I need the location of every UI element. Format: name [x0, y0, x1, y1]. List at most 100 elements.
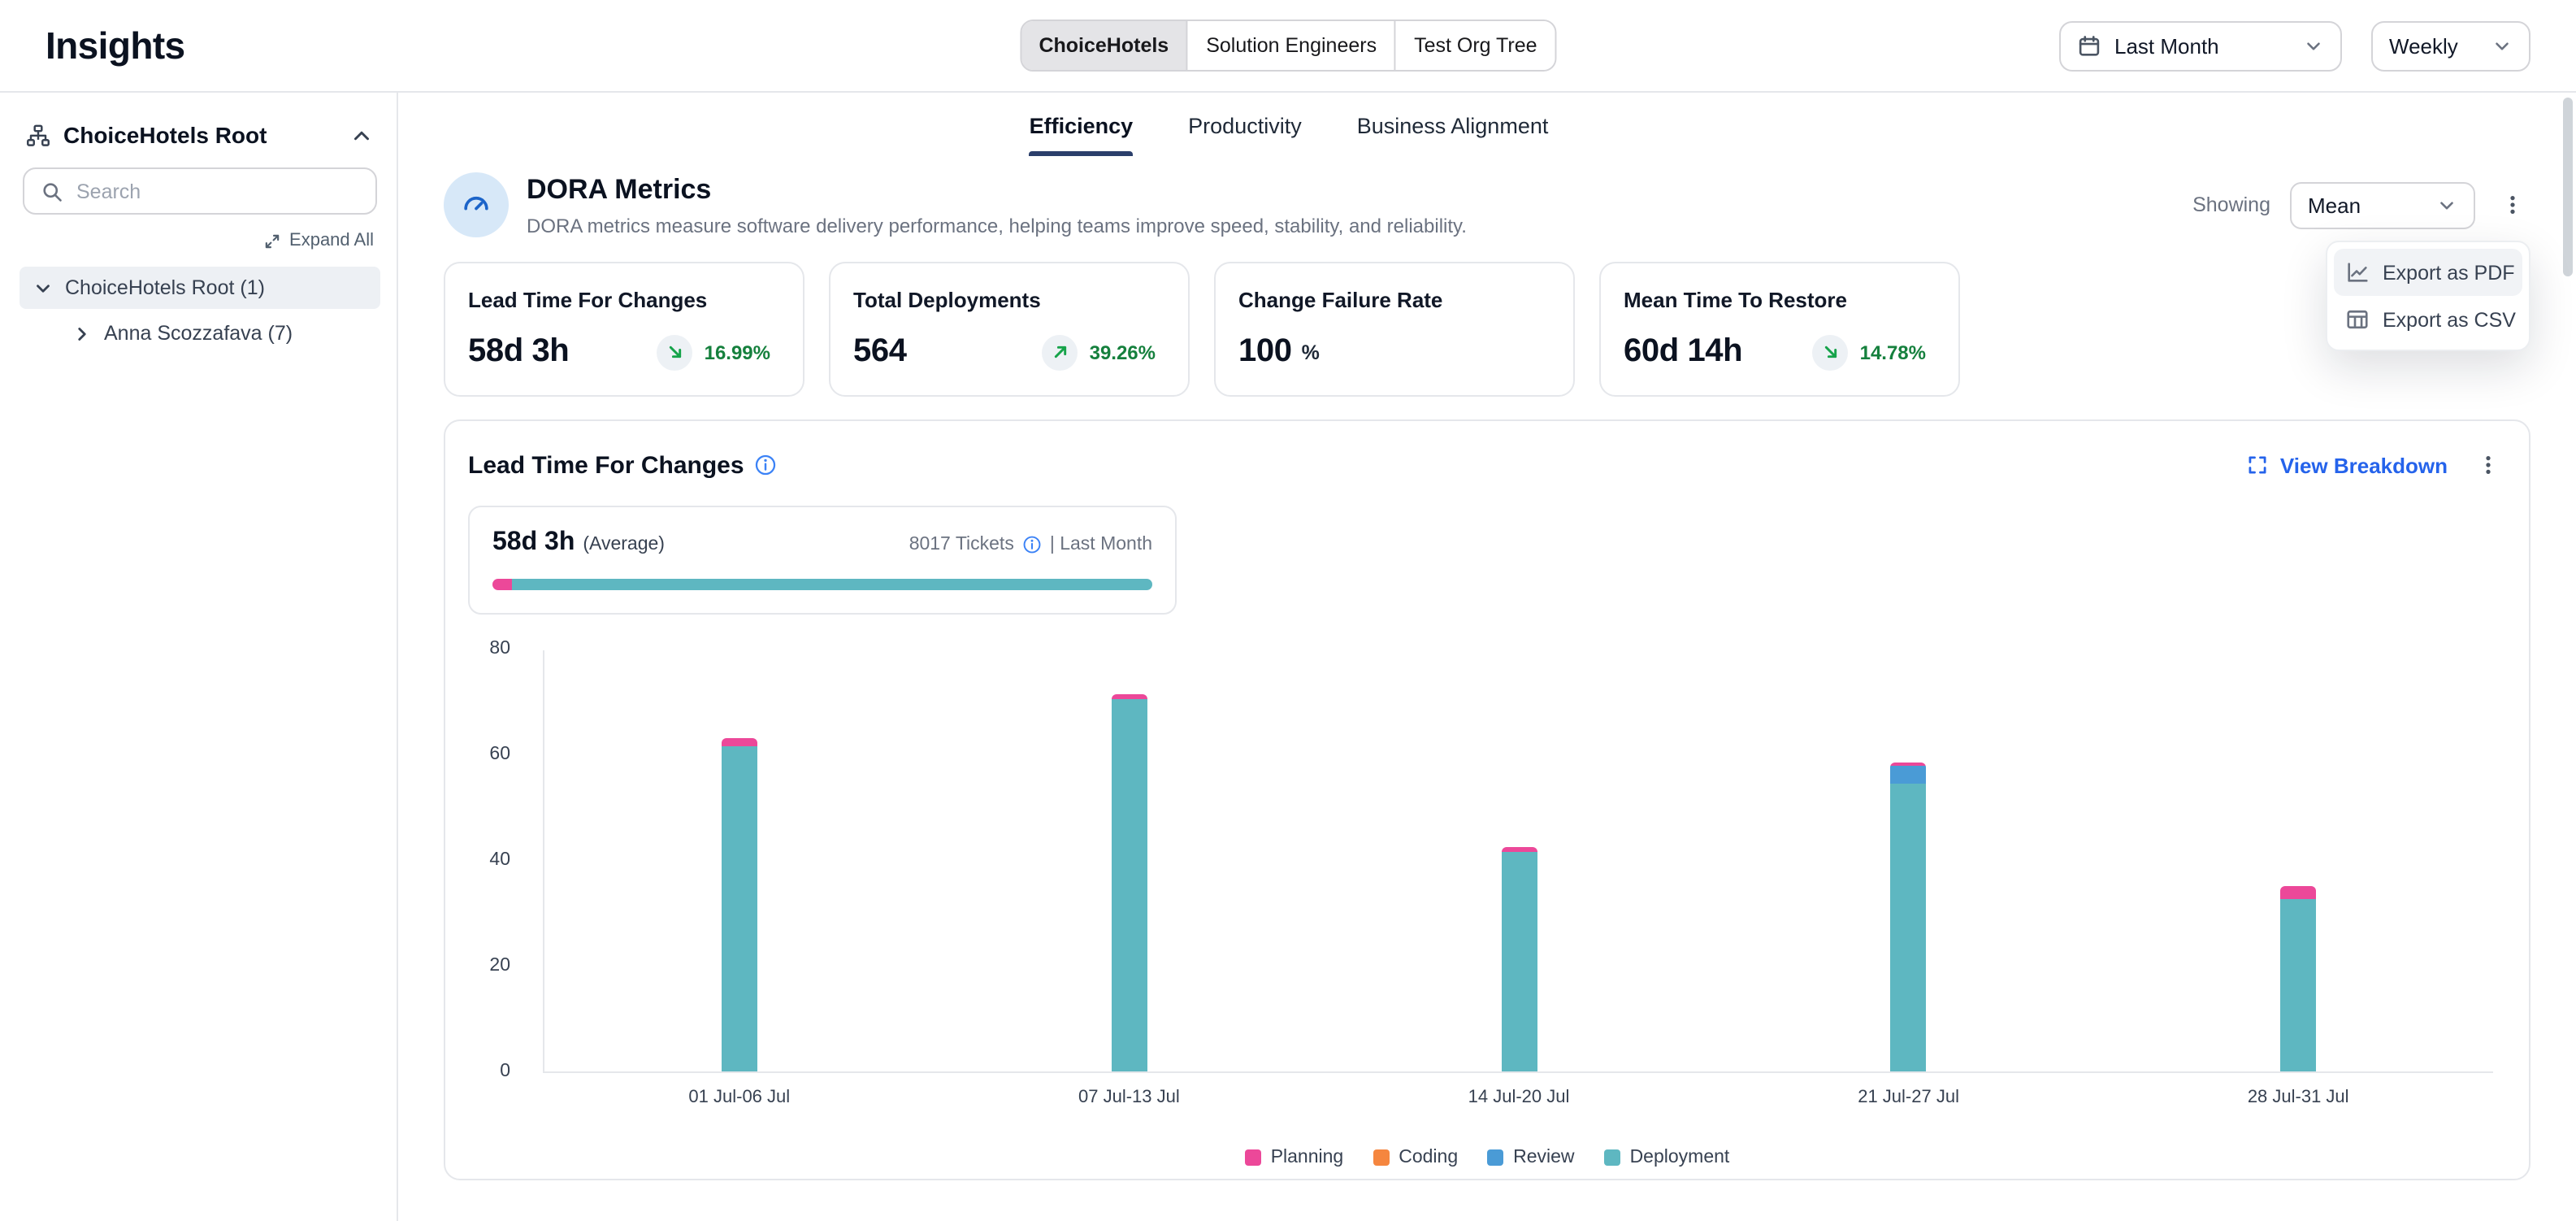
legend-swatch: [1604, 1149, 1620, 1166]
metric-title: Total Deployments: [853, 288, 1165, 312]
lead-time-kebab-menu-button[interactable]: [2470, 447, 2506, 483]
expand-all-label: Expand All: [289, 231, 374, 250]
lead-time-bar-chart: 020406080 01 Jul-06 Jul07 Jul-13 Jul14 J…: [468, 650, 2506, 1073]
chevron-down-icon: [2491, 35, 2513, 56]
x-axis-label: 01 Jul-06 Jul: [688, 1088, 790, 1107]
export-csv-menu-item[interactable]: Export as CSV: [2334, 296, 2522, 343]
metric-card-mean-time-to-restore[interactable]: Mean Time To Restore 60d 14h 14.78%: [1599, 262, 1960, 397]
tab-efficiency[interactable]: Efficiency: [1030, 114, 1134, 156]
view-breakdown-button[interactable]: View Breakdown: [2246, 453, 2448, 477]
tree-item-label: Anna Scozzafava (7): [104, 322, 293, 345]
bar-3[interactable]: [1501, 847, 1537, 1071]
x-axis-label: 28 Jul-31 Jul: [2248, 1088, 2349, 1107]
bar-5[interactable]: [2280, 887, 2316, 1072]
granularity-dropdown[interactable]: Weekly: [2371, 20, 2530, 71]
legend-item-deployment[interactable]: Deployment: [1604, 1148, 1730, 1167]
metric-value: 100: [1238, 333, 1292, 371]
dora-metrics-icon: [444, 172, 509, 237]
page-title: Insights: [46, 24, 185, 67]
org-switcher: ChoiceHotels Solution Engineers Test Org…: [1019, 20, 1556, 72]
legend-item-planning[interactable]: Planning: [1245, 1148, 1344, 1167]
tab-business-alignment[interactable]: Business Alignment: [1357, 114, 1549, 156]
chart-legend: Planning Coding Review Deployment: [468, 1148, 2506, 1167]
chevron-down-icon[interactable]: [33, 277, 54, 298]
metric-value: 564: [853, 333, 907, 371]
legend-item-review[interactable]: Review: [1487, 1148, 1574, 1167]
bar-1[interactable]: [722, 739, 757, 1072]
metric-delta: 39.26%: [1043, 334, 1156, 370]
trend-down-icon: [657, 334, 693, 370]
export-csv-label: Export as CSV: [2383, 308, 2516, 331]
search-input[interactable]: [76, 180, 359, 202]
trend-down-icon: [1813, 334, 1849, 370]
top-bar-controls: Last Month Weekly: [2059, 20, 2530, 71]
legend-item-coding[interactable]: Coding: [1373, 1148, 1458, 1167]
info-icon[interactable]: [754, 454, 777, 476]
search-icon: [41, 180, 63, 202]
info-icon[interactable]: [1022, 535, 1042, 554]
main-content: Efficiency Productivity Business Alignme…: [398, 93, 2576, 1221]
metric-title: Change Failure Rate: [1238, 288, 1550, 312]
progress-segment-planning: [492, 579, 512, 590]
dora-metrics-header: DORA Metrics DORA metrics measure softwa…: [444, 172, 2530, 237]
bar-4[interactable]: [1891, 763, 1927, 1071]
tree-item-choicehotels-root[interactable]: ChoiceHotels Root (1): [20, 267, 380, 309]
chevron-down-icon: [2436, 194, 2457, 215]
metric-card-total-deployments[interactable]: Total Deployments 564 39.26%: [829, 262, 1190, 397]
sidebar-root-label: ChoiceHotels Root: [63, 122, 267, 148]
bar-2[interactable]: [1111, 693, 1147, 1071]
view-tabs: Efficiency Productivity Business Alignme…: [444, 93, 2530, 156]
metric-delta-value: 14.78%: [1860, 341, 1926, 363]
export-pdf-menu-item[interactable]: Export as PDF: [2334, 249, 2522, 296]
org-tab-solution-engineers[interactable]: Solution Engineers: [1188, 21, 1396, 70]
tab-productivity[interactable]: Productivity: [1188, 114, 1302, 156]
y-axis-tick: 80: [468, 639, 510, 658]
y-axis: 020406080: [468, 650, 510, 1073]
lead-time-chart-card: Lead Time For Changes View Breakdown: [444, 419, 2530, 1180]
lead-time-header: Lead Time For Changes View Breakdown: [468, 447, 2506, 483]
expand-all-button[interactable]: Expand All: [20, 224, 380, 267]
y-axis-tick: 20: [468, 956, 510, 975]
dora-kebab-menu-button[interactable]: [2495, 187, 2530, 223]
metric-value: 60d 14h: [1624, 333, 1742, 371]
expand-icon: [2246, 454, 2269, 476]
bar-segment-review: [1891, 765, 1927, 784]
aggregation-dropdown[interactable]: Mean: [2290, 181, 2475, 228]
metric-delta: 16.99%: [657, 334, 770, 370]
date-range-dropdown[interactable]: Last Month: [2059, 20, 2342, 71]
expand-all-icon: [263, 232, 281, 250]
sidebar-search: [23, 167, 377, 215]
top-bar: Insights ChoiceHotels Solution Engineers…: [0, 0, 2576, 93]
export-menu: Export as PDF Export as CSV: [2326, 241, 2530, 351]
org-tree-sidebar: ChoiceHotels Root Expand All: [0, 93, 398, 1221]
bar-segment-deployment: [1501, 852, 1537, 1071]
chevron-right-icon[interactable]: [72, 323, 93, 344]
bar-segment-deployment: [1891, 784, 1927, 1071]
chart-plot-area: 01 Jul-06 Jul07 Jul-13 Jul14 Jul-20 Jul2…: [543, 650, 2493, 1073]
tree-item-label: ChoiceHotels Root (1): [65, 276, 265, 299]
summary-meta: 8017 Tickets | Last Month: [909, 535, 1152, 554]
bar-segment-planning: [2280, 887, 2316, 900]
org-tab-test-org-tree[interactable]: Test Org Tree: [1396, 21, 1555, 70]
sidebar-collapse-button[interactable]: [349, 123, 374, 147]
metric-title: Mean Time To Restore: [1624, 288, 1936, 312]
metric-delta: 14.78%: [1813, 334, 1926, 370]
legend-label: Planning: [1271, 1148, 1344, 1167]
metric-title: Lead Time For Changes: [468, 288, 780, 312]
legend-swatch: [1373, 1149, 1389, 1166]
metric-value: 58d 3h: [468, 333, 569, 371]
x-axis-label: 07 Jul-13 Jul: [1078, 1088, 1180, 1107]
bar-segment-deployment: [2280, 900, 2316, 1071]
tree-item-anna-scozzafava[interactable]: Anna Scozzafava (7): [20, 312, 380, 354]
summary-value: 58d 3h: [492, 528, 575, 558]
legend-label: Coding: [1399, 1148, 1458, 1167]
metric-card-lead-time[interactable]: Lead Time For Changes 58d 3h 16.99%: [444, 262, 804, 397]
legend-swatch: [1245, 1149, 1261, 1166]
insights-page: Insights ChoiceHotels Solution Engineers…: [0, 0, 2576, 1221]
y-axis-tick: 0: [468, 1062, 510, 1081]
metric-card-change-failure-rate[interactable]: Change Failure Rate 100 %: [1214, 262, 1575, 397]
org-tab-choicehotels[interactable]: ChoiceHotels: [1021, 21, 1188, 70]
phase-distribution-bar: [492, 579, 1152, 590]
progress-segment-deployment: [512, 579, 1152, 590]
scrollbar-thumb[interactable]: [2563, 98, 2573, 276]
